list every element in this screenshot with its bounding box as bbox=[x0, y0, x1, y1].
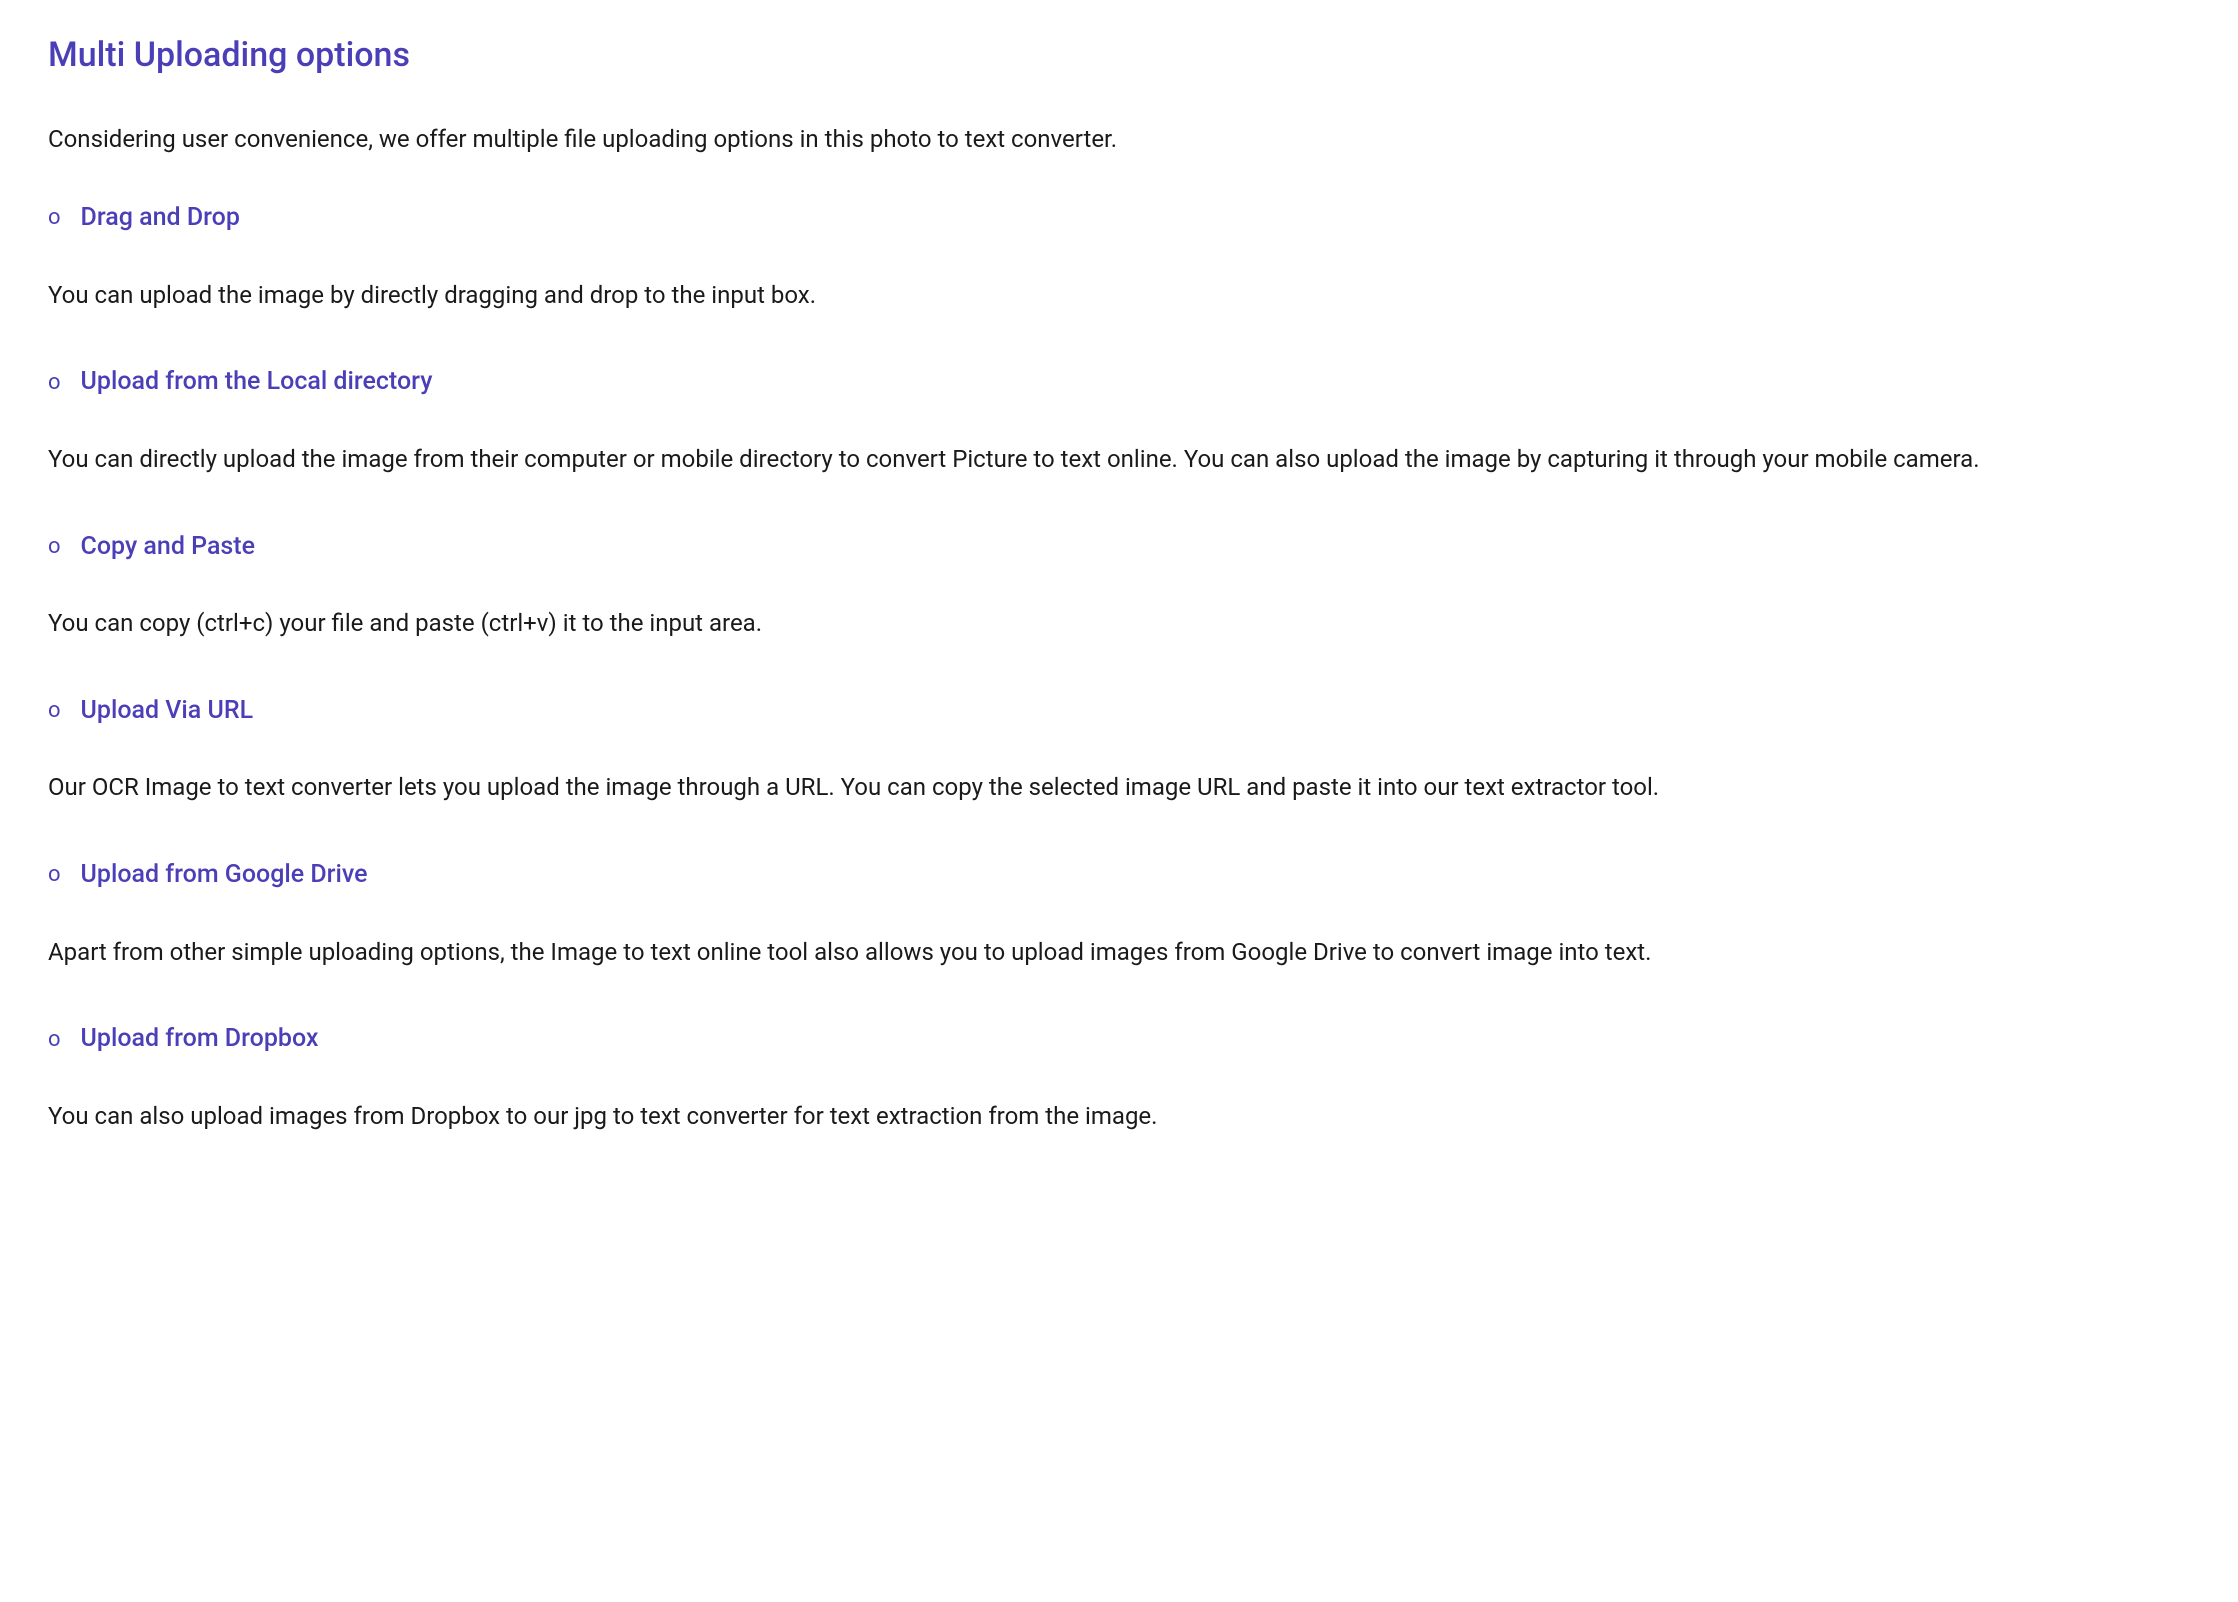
body-paragraph: Apart from other simple uploading option… bbox=[48, 926, 2190, 979]
main-heading: Multi Uploading options bbox=[48, 30, 2190, 81]
body-paragraph: You can directly upload the image from t… bbox=[48, 433, 2190, 486]
sub-heading: o Upload from Google Drive bbox=[48, 856, 2190, 894]
subsection-upload-url: o Upload Via URL Our OCR Image to text c… bbox=[48, 692, 2190, 814]
sub-heading: o Upload from the Local directory bbox=[48, 363, 2190, 401]
bullet-icon: o bbox=[48, 694, 61, 727]
subsection-drag-drop: o Drag and Drop You can upload the image… bbox=[48, 199, 2190, 321]
body-paragraph: You can copy (ctrl+c) your file and past… bbox=[48, 597, 2190, 650]
sub-heading: o Drag and Drop bbox=[48, 199, 2190, 237]
sub-heading-text: Upload from Dropbox bbox=[81, 1020, 319, 1058]
bullet-icon: o bbox=[48, 366, 61, 399]
bullet-icon: o bbox=[48, 530, 61, 563]
sub-heading-text: Copy and Paste bbox=[81, 528, 255, 566]
body-paragraph: You can also upload images from Dropbox … bbox=[48, 1090, 2190, 1143]
bullet-icon: o bbox=[48, 858, 61, 891]
bullet-icon: o bbox=[48, 1023, 61, 1056]
sub-heading-text: Upload Via URL bbox=[81, 692, 254, 730]
body-paragraph: Our OCR Image to text converter lets you… bbox=[48, 761, 2190, 814]
subsection-dropbox: o Upload from Dropbox You can also uploa… bbox=[48, 1020, 2190, 1142]
body-paragraph: You can upload the image by directly dra… bbox=[48, 269, 2190, 322]
subsection-local-directory: o Upload from the Local directory You ca… bbox=[48, 363, 2190, 485]
subsection-google-drive: o Upload from Google Drive Apart from ot… bbox=[48, 856, 2190, 978]
sub-heading: o Copy and Paste bbox=[48, 528, 2190, 566]
sub-heading: o Upload Via URL bbox=[48, 692, 2190, 730]
sub-heading-text: Upload from the Local directory bbox=[81, 363, 433, 401]
subsection-copy-paste: o Copy and Paste You can copy (ctrl+c) y… bbox=[48, 528, 2190, 650]
sub-heading-text: Upload from Google Drive bbox=[81, 856, 368, 894]
sub-heading-text: Drag and Drop bbox=[81, 199, 240, 237]
intro-paragraph: Considering user convenience, we offer m… bbox=[48, 121, 2190, 157]
sub-heading: o Upload from Dropbox bbox=[48, 1020, 2190, 1058]
bullet-icon: o bbox=[48, 201, 61, 234]
